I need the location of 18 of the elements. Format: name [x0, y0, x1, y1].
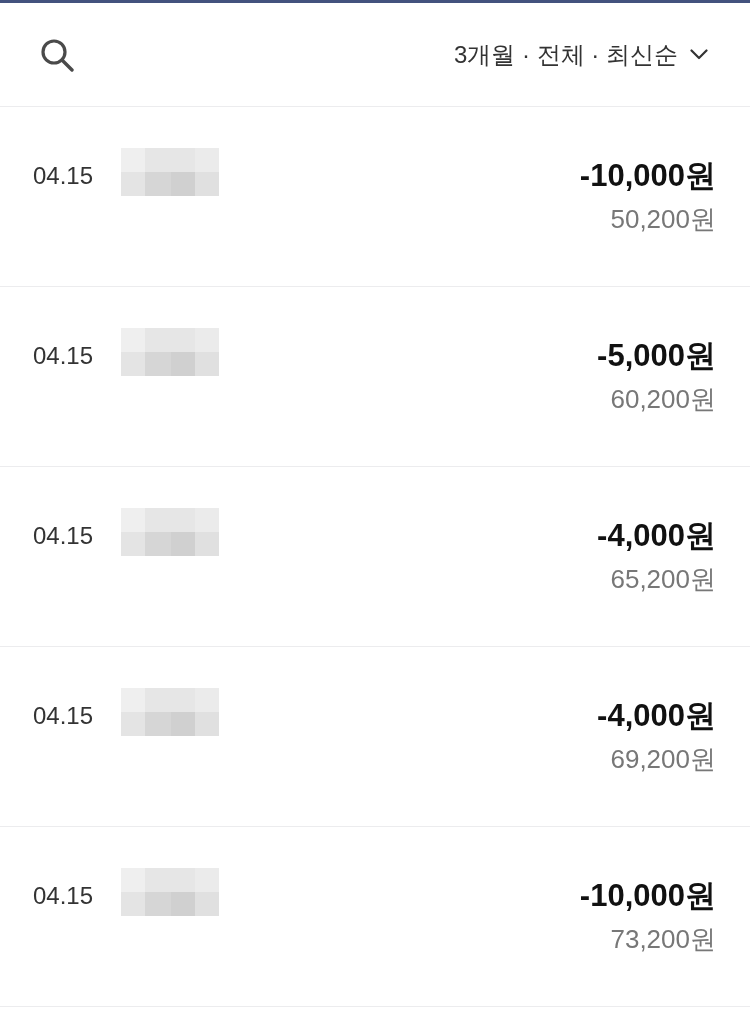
- transaction-amount: -10,000원: [579, 878, 716, 914]
- filter-dropdown[interactable]: 3개월 · 전체 · 최신순: [454, 38, 708, 71]
- balance-after: 73,200원: [610, 923, 716, 956]
- search-icon[interactable]: [40, 37, 74, 72]
- chevron-down-icon: [690, 49, 708, 60]
- transaction-date: 04.15: [33, 342, 94, 370]
- transaction-date: 04.15: [33, 702, 94, 730]
- balance-after: 69,200원: [610, 743, 716, 776]
- transaction-date: 04.15: [33, 882, 94, 910]
- transaction-date: 04.15: [33, 522, 94, 550]
- balance-after: 65,200원: [610, 563, 716, 596]
- balance-after: 50,200원: [610, 203, 716, 236]
- transaction-amount: -4,000원: [597, 698, 716, 734]
- transaction-amount: -5,000원: [597, 338, 716, 374]
- transaction-date: 04.15: [33, 162, 94, 190]
- balance-after: 60,200원: [610, 383, 716, 416]
- transaction-amount: -10,000원: [579, 158, 716, 194]
- transaction-amount: -4,000원: [597, 518, 716, 554]
